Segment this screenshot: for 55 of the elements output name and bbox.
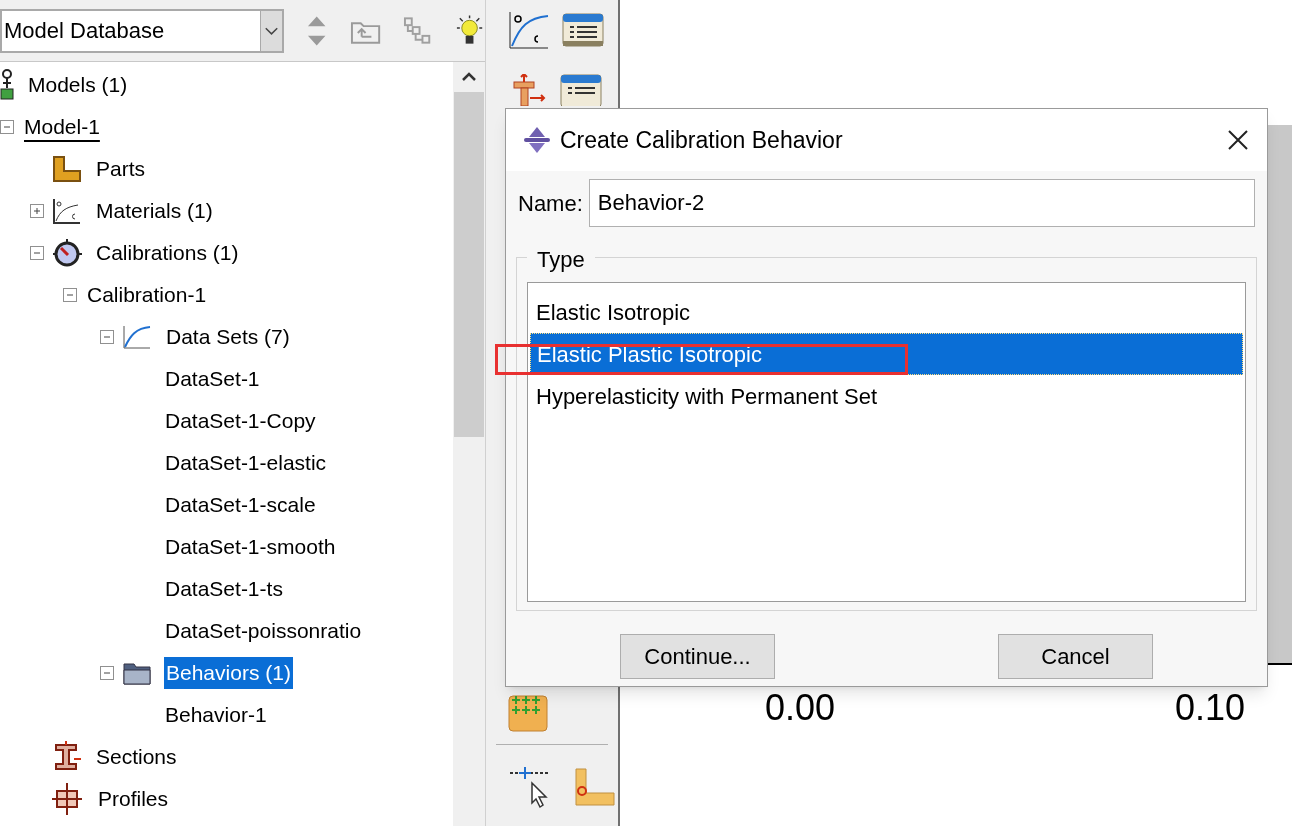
tree-item[interactable]: Parts: [94, 153, 147, 185]
model-database-dropdown[interactable]: Model Database: [0, 8, 285, 53]
expand-icon[interactable]: [30, 204, 44, 218]
tree-item[interactable]: Calibrations (1): [94, 237, 241, 269]
dialog-title: Create Calibration Behavior: [560, 125, 844, 155]
chevron-down-icon[interactable]: [260, 10, 283, 51]
vertical-scrollbar[interactable]: [453, 62, 485, 826]
tree-item[interactable]: Models (1): [26, 69, 130, 101]
tree-item[interactable]: DataSet-poissonratio: [163, 615, 364, 647]
tree-item[interactable]: Behaviors (1): [164, 657, 293, 689]
type-option[interactable]: Hyperelasticity with Permanent Set: [530, 375, 1243, 417]
tree-item[interactable]: DataSet-1-elastic: [163, 447, 329, 479]
cancel-button[interactable]: Cancel: [998, 634, 1153, 679]
collapse-icon[interactable]: [30, 246, 44, 260]
tree-item[interactable]: DataSet-1-Copy: [163, 405, 318, 437]
tree-item[interactable]: Data Sets (7): [164, 321, 292, 353]
dropdown-value: Model Database: [3, 17, 166, 45]
close-icon[interactable]: [1227, 129, 1249, 151]
grid-points-icon[interactable]: [508, 692, 548, 732]
curve-icon: [122, 324, 152, 350]
collapse-icon[interactable]: [63, 288, 77, 302]
tree-item[interactable]: DataSet-1-scale: [163, 489, 318, 521]
gauge-icon: [52, 238, 82, 268]
tree-item[interactable]: Sections: [94, 741, 179, 773]
folder-icon: [122, 660, 152, 686]
scrollbar-thumb[interactable]: [454, 92, 484, 437]
tree-item[interactable]: Behavior-1: [163, 699, 269, 731]
axis-tick-label: 0.10: [1174, 690, 1245, 726]
tree-item[interactable]: DataSet-1-ts: [163, 573, 285, 605]
tree-item[interactable]: Materials (1): [94, 195, 215, 227]
tree-item[interactable]: Model-1: [22, 111, 102, 143]
stress-strain-icon: [52, 197, 82, 225]
collapse-icon[interactable]: [0, 120, 14, 134]
l-part-icon: [52, 155, 82, 183]
l-shape-icon[interactable]: [574, 767, 616, 807]
table-icon[interactable]: [562, 13, 604, 47]
stress-strain-icon[interactable]: [508, 10, 550, 50]
tree-structure-icon[interactable]: [402, 15, 432, 46]
collapse-icon[interactable]: [100, 666, 114, 680]
name-input[interactable]: Behavior-2: [588, 179, 1255, 227]
section-profile-icon: [52, 741, 82, 773]
profile-icon: [52, 783, 84, 815]
axis-tick-label: 0.00: [765, 690, 836, 726]
scroll-up-icon[interactable]: [461, 70, 477, 82]
type-option[interactable]: Elastic Plastic Isotropic: [530, 333, 1243, 375]
tree-item[interactable]: Calibration-1: [85, 279, 209, 311]
table-icon[interactable]: [560, 74, 602, 106]
tree-item[interactable]: Profiles: [96, 783, 171, 815]
tree-item[interactable]: DataSet-1: [163, 363, 262, 395]
dialog-app-icon: [522, 125, 552, 155]
tree-item[interactable]: DataSet-1-smooth: [163, 531, 338, 563]
name-label: Name:: [518, 189, 583, 218]
type-option[interactable]: Elastic Isotropic: [530, 291, 1243, 333]
collapse-icon[interactable]: [100, 330, 114, 344]
continue-button[interactable]: Continue...: [620, 634, 775, 679]
